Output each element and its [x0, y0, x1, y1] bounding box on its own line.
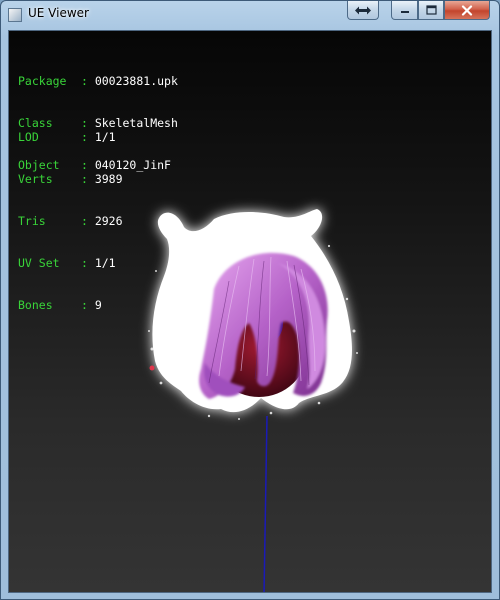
maximize-icon	[425, 5, 437, 15]
axis-line	[263, 415, 268, 592]
title-bar[interactable]: UE Viewer	[1, 1, 499, 29]
minimize-icon	[400, 11, 409, 13]
swap-view-button[interactable]	[347, 1, 379, 20]
app-icon	[8, 8, 22, 22]
close-button[interactable]	[444, 1, 490, 20]
red-fleck	[149, 365, 155, 371]
swap-arrows-icon	[355, 6, 371, 14]
close-icon	[461, 4, 473, 16]
maximize-button[interactable]	[418, 1, 444, 20]
minimize-button[interactable]	[391, 1, 418, 20]
3d-viewport[interactable]: Package : 00023881.upk Class : SkeletalM…	[8, 30, 492, 593]
mesh-render	[148, 209, 358, 592]
ue-viewer-window: UE Viewer Package : 00023881.upk Class:…	[0, 0, 500, 600]
window-title: UE Viewer	[28, 6, 89, 20]
